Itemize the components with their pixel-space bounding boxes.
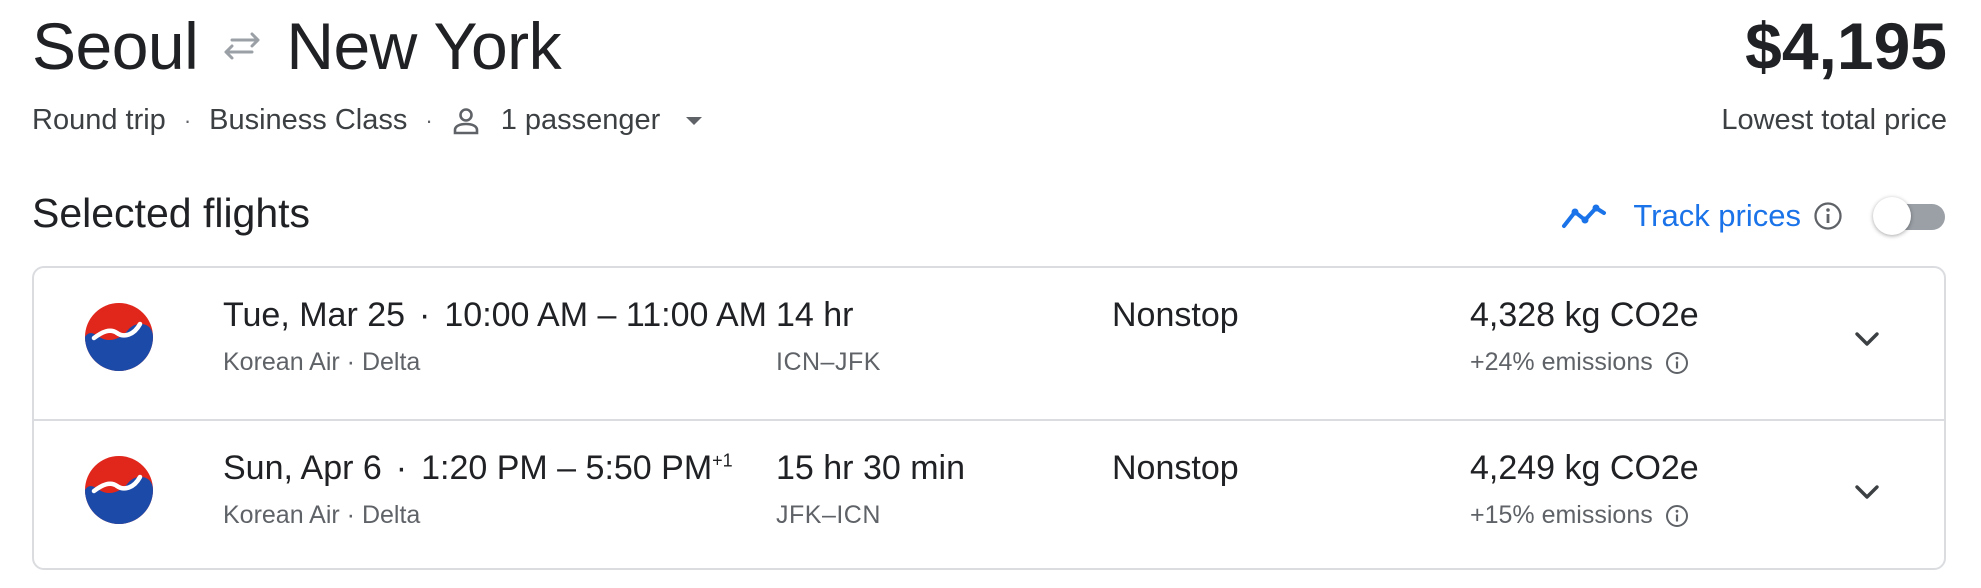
- selected-flights-card: Tue, Mar 25 · 10:00 AM – 11:00 AM Korean A…: [32, 266, 1946, 570]
- stops: Nonstop: [1112, 296, 1239, 334]
- airport-codes: ICN–JFK: [776, 348, 881, 376]
- flight-duration: 14 hr: [776, 296, 854, 334]
- trip-meta: Round trip · Business Class · 1 passenge…: [32, 104, 724, 137]
- airport-codes: JFK–ICN: [776, 501, 881, 529]
- separator-dot: ·: [425, 107, 433, 133]
- emissions-delta-text: +24% emissions: [1470, 348, 1653, 376]
- chevron-down-icon[interactable]: [1850, 322, 1884, 356]
- info-icon[interactable]: [1665, 504, 1689, 528]
- flight-row[interactable]: Tue, Mar 25 · 10:00 AM – 11:00 AM Korean A…: [34, 268, 1944, 419]
- passenger-count: 1 passenger: [500, 104, 661, 136]
- route-header: Seoul New York: [32, 6, 562, 86]
- chevron-down-icon[interactable]: [1850, 475, 1884, 509]
- total-price: $4,195: [1745, 9, 1947, 83]
- info-icon[interactable]: [1665, 351, 1689, 375]
- flight-summary-page: Seoul New York $4,195 Lowest total price…: [0, 0, 1981, 588]
- section-title: Selected flights: [32, 190, 311, 236]
- separator-dot: ·: [419, 296, 431, 334]
- track-prices-toggle[interactable]: [1873, 196, 1947, 236]
- time-range: 10:00 AM – 11:00 AM: [444, 296, 767, 334]
- person-icon: [451, 106, 501, 136]
- caret-down-icon: [684, 115, 724, 127]
- trend-line-icon: [1561, 201, 1607, 231]
- airline-names: Korean Air · Delta: [223, 501, 421, 529]
- stops: Nonstop: [1112, 449, 1239, 487]
- flight-date: Tue, Mar 25: [223, 296, 406, 334]
- passenger-selector[interactable]: 1 passenger: [451, 104, 725, 137]
- emissions-value: 4,249 kg CO2e: [1470, 449, 1699, 487]
- swap-arrows-icon: [220, 31, 264, 61]
- airline-names: Korean Air · Delta: [223, 348, 421, 376]
- korean-air-logo: [84, 455, 154, 530]
- day-offset: +1: [712, 450, 733, 471]
- flight-row[interactable]: Sun, Apr 6 · 1:20 PM – 5:50 PM+1 Korean Ai…: [34, 419, 1944, 572]
- trip-type: Round trip: [32, 104, 166, 136]
- emissions-value: 4,328 kg CO2e: [1470, 296, 1699, 334]
- origin-city: Seoul: [32, 9, 199, 83]
- separator-dot: ·: [183, 107, 192, 133]
- separator-dot: ·: [395, 449, 408, 487]
- price-caption: Lowest total price: [1721, 104, 1947, 136]
- track-prices-label[interactable]: Track prices: [1633, 198, 1801, 234]
- time-range: 1:20 PM – 5:50 PM: [421, 449, 713, 487]
- flight-duration: 15 hr 30 min: [776, 449, 965, 487]
- info-icon[interactable]: [1813, 201, 1843, 231]
- flight-times: Sun, Apr 6 · 1:20 PM – 5:50 PM+1: [223, 449, 733, 488]
- destination-city: New York: [286, 9, 562, 83]
- emissions-delta: +24% emissions: [1470, 348, 1689, 377]
- flight-times: Tue, Mar 25 · 10:00 AM – 11:00 AM: [223, 296, 767, 335]
- emissions-delta: +15% emissions: [1470, 501, 1689, 530]
- flight-date: Sun, Apr 6: [223, 449, 382, 487]
- emissions-delta-text: +15% emissions: [1470, 501, 1653, 529]
- toggle-knob: [1873, 197, 1911, 235]
- track-prices: Track prices: [1561, 190, 1947, 242]
- korean-air-logo: [84, 302, 154, 377]
- cabin-class: Business Class: [209, 104, 408, 136]
